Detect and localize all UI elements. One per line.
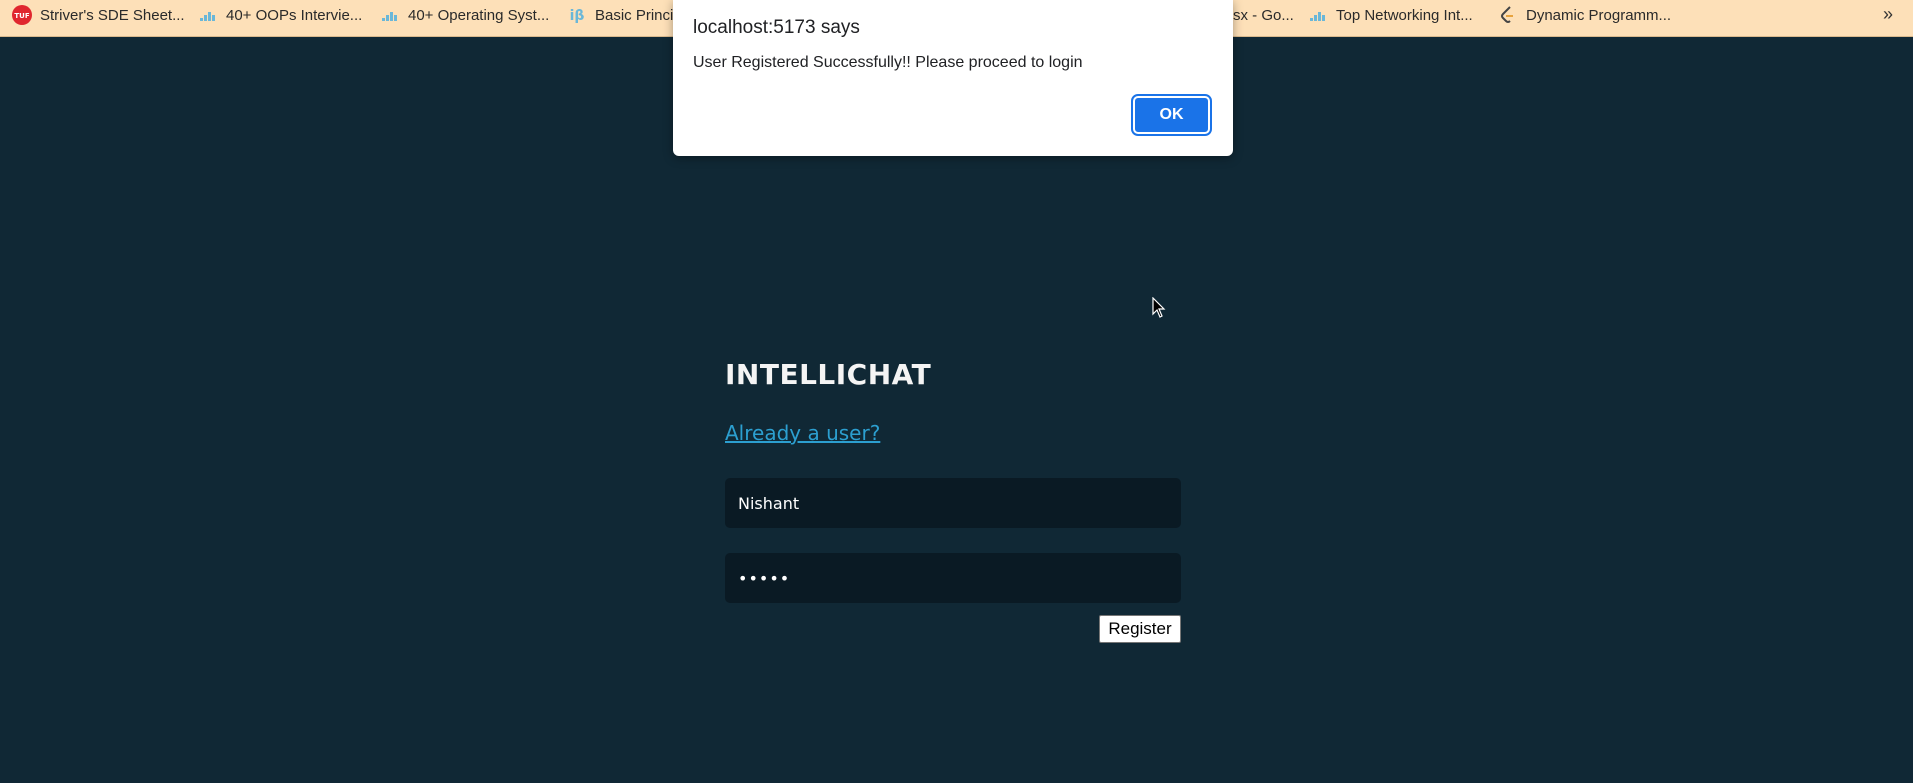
svg-text:TUF: TUF xyxy=(14,12,29,20)
bookmarks-overflow-button[interactable]: » xyxy=(1883,4,1893,25)
bookmark-label: sx - Go... xyxy=(1233,6,1294,24)
bookmark-top-networking[interactable]: Top Networking Int... xyxy=(1308,0,1473,30)
alert-dialog: localhost:5173 says User Registered Succ… xyxy=(673,0,1233,156)
interviewbit-icon xyxy=(198,5,218,25)
register-button[interactable]: Register xyxy=(1099,615,1181,643)
svg-text:iβ: iβ xyxy=(570,8,585,24)
interviewbit-icon xyxy=(1308,5,1328,25)
dialog-title: localhost:5173 says xyxy=(693,17,860,38)
interviewbit-icon xyxy=(380,5,400,25)
bookmark-sx-go[interactable]: sx - Go... xyxy=(1233,0,1294,30)
ib-icon: iβ xyxy=(567,5,587,25)
bookmark-label: Dynamic Programm... xyxy=(1526,6,1672,24)
bookmark-operating-systems[interactable]: 40+ Operating Syst... xyxy=(380,0,549,30)
bookmark-label: 40+ OOPs Intervie... xyxy=(226,6,363,24)
password-input[interactable] xyxy=(725,553,1181,603)
tuf-logo-icon: TUF xyxy=(12,5,32,25)
dialog-message: User Registered Successfully!! Please pr… xyxy=(693,54,1083,71)
app-title: INTELLICHAT xyxy=(725,358,932,391)
bookmark-label: Striver's SDE Sheet... xyxy=(40,6,185,24)
bookmark-label: Basic Princi xyxy=(595,6,674,24)
bookmark-strivers-sde-sheet[interactable]: TUF Striver's SDE Sheet... xyxy=(12,0,185,30)
username-input[interactable] xyxy=(725,478,1181,528)
bookmark-basic-principles[interactable]: iβ Basic Princi xyxy=(567,0,674,30)
already-user-link[interactable]: Already a user? xyxy=(725,421,880,445)
bookmark-label: Top Networking Int... xyxy=(1336,6,1473,24)
bookmark-dynamic-programming[interactable]: Dynamic Programm... xyxy=(1498,0,1671,30)
leetcode-icon xyxy=(1498,5,1518,25)
bookmark-label: 40+ Operating Syst... xyxy=(408,6,550,24)
mouse-pointer-icon xyxy=(1152,297,1166,318)
bookmark-oops-interview[interactable]: 40+ OOPs Intervie... xyxy=(198,0,362,30)
ok-button[interactable]: OK xyxy=(1131,94,1212,136)
